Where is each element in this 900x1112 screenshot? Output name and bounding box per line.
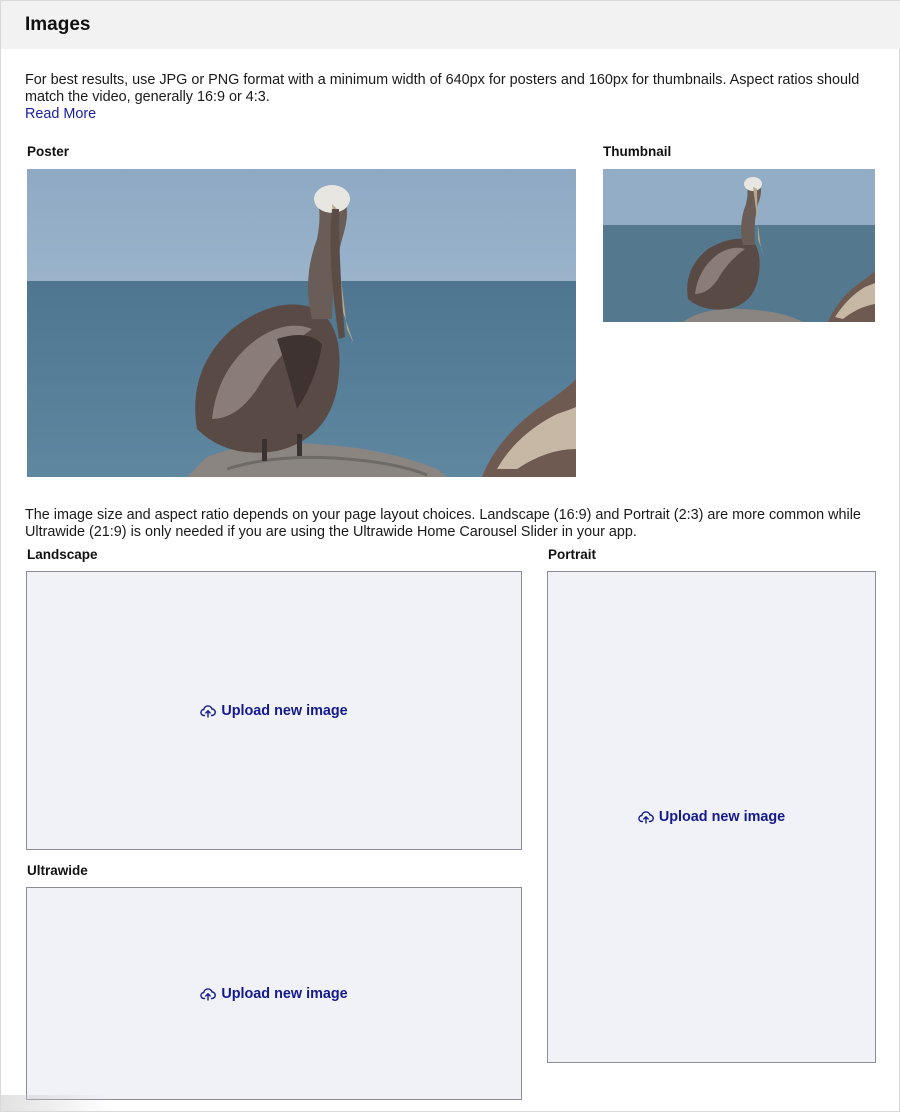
corner-shadow xyxy=(1,1095,111,1111)
portrait-dropzone[interactable]: Upload new image xyxy=(547,571,876,1063)
landscape-upload-label: Upload new image xyxy=(221,702,348,719)
ultrawide-dropzone[interactable]: Upload new image xyxy=(26,887,522,1100)
cloud-upload-icon xyxy=(638,811,654,824)
thumbnail-label: Thumbnail xyxy=(603,144,672,159)
portrait-label: Portrait xyxy=(548,547,597,562)
images-panel: Images For best results, use JPG or PNG … xyxy=(0,0,900,1112)
read-more-link[interactable]: Read More xyxy=(25,106,96,122)
poster-label: Poster xyxy=(27,144,70,159)
cloud-upload-icon xyxy=(200,987,217,1001)
ultrawide-upload-label: Upload new image xyxy=(221,985,348,1002)
ultrawide-upload-button[interactable]: Upload new image xyxy=(200,985,348,1002)
layout-note: The image size and aspect ratio depends … xyxy=(25,507,861,540)
poster-image[interactable] xyxy=(27,169,576,477)
portrait-upload-label: Upload new image xyxy=(658,809,786,825)
pelican-poster-image xyxy=(27,169,576,477)
landscape-label: Landscape xyxy=(27,547,98,562)
pelican-thumbnail-image xyxy=(603,169,875,322)
thumbnail-image[interactable] xyxy=(603,169,875,322)
landscape-upload-button[interactable]: Upload new image xyxy=(200,702,348,719)
cloud-upload-icon xyxy=(200,704,217,718)
landscape-dropzone[interactable]: Upload new image xyxy=(26,571,522,850)
intro-text: For best results, use JPG or PNG format … xyxy=(25,72,860,105)
section-header: Images xyxy=(1,1,900,49)
section-title: Images xyxy=(25,14,91,35)
ultrawide-label: Ultrawide xyxy=(27,863,88,878)
portrait-upload-button[interactable]: Upload new image xyxy=(638,809,785,825)
